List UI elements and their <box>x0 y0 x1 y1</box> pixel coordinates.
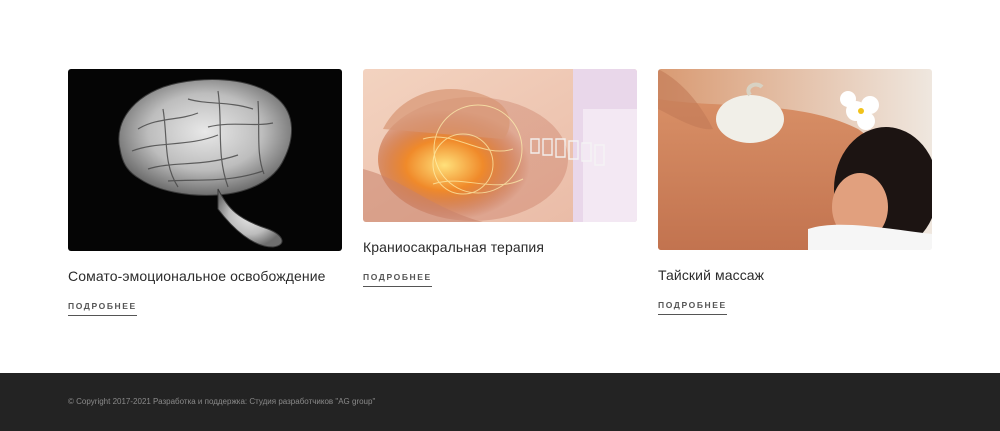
more-link[interactable]: ПОДРОБНЕЕ <box>68 301 137 316</box>
brain-of-hands-image[interactable] <box>68 69 342 251</box>
site-footer: © Copyright 2017-2021 Разработка и подде… <box>0 373 1000 431</box>
service-card-somato: Сомато-эмоциональное освобождение ПОДРОБ… <box>68 69 342 316</box>
footer-copyright: © Copyright 2017-2021 Разработка и подде… <box>68 397 376 406</box>
service-title[interactable]: Тайский массаж <box>658 267 932 283</box>
craniosacral-therapy-image[interactable] <box>363 69 637 222</box>
more-link[interactable]: ПОДРОБНЕЕ <box>658 300 727 315</box>
thai-massage-image[interactable] <box>658 69 932 250</box>
more-link[interactable]: ПОДРОБНЕЕ <box>363 272 432 287</box>
service-title[interactable]: Краниосакральная терапия <box>363 239 637 255</box>
service-title[interactable]: Сомато-эмоциональное освобождение <box>68 268 342 284</box>
services-section: Сомато-эмоциональное освобождение ПОДРОБ… <box>0 0 1000 373</box>
service-card-craniosacral: Краниосакральная терапия ПОДРОБНЕЕ <box>363 69 637 287</box>
service-card-thai-massage: Тайский массаж ПОДРОБНЕЕ <box>658 69 932 315</box>
